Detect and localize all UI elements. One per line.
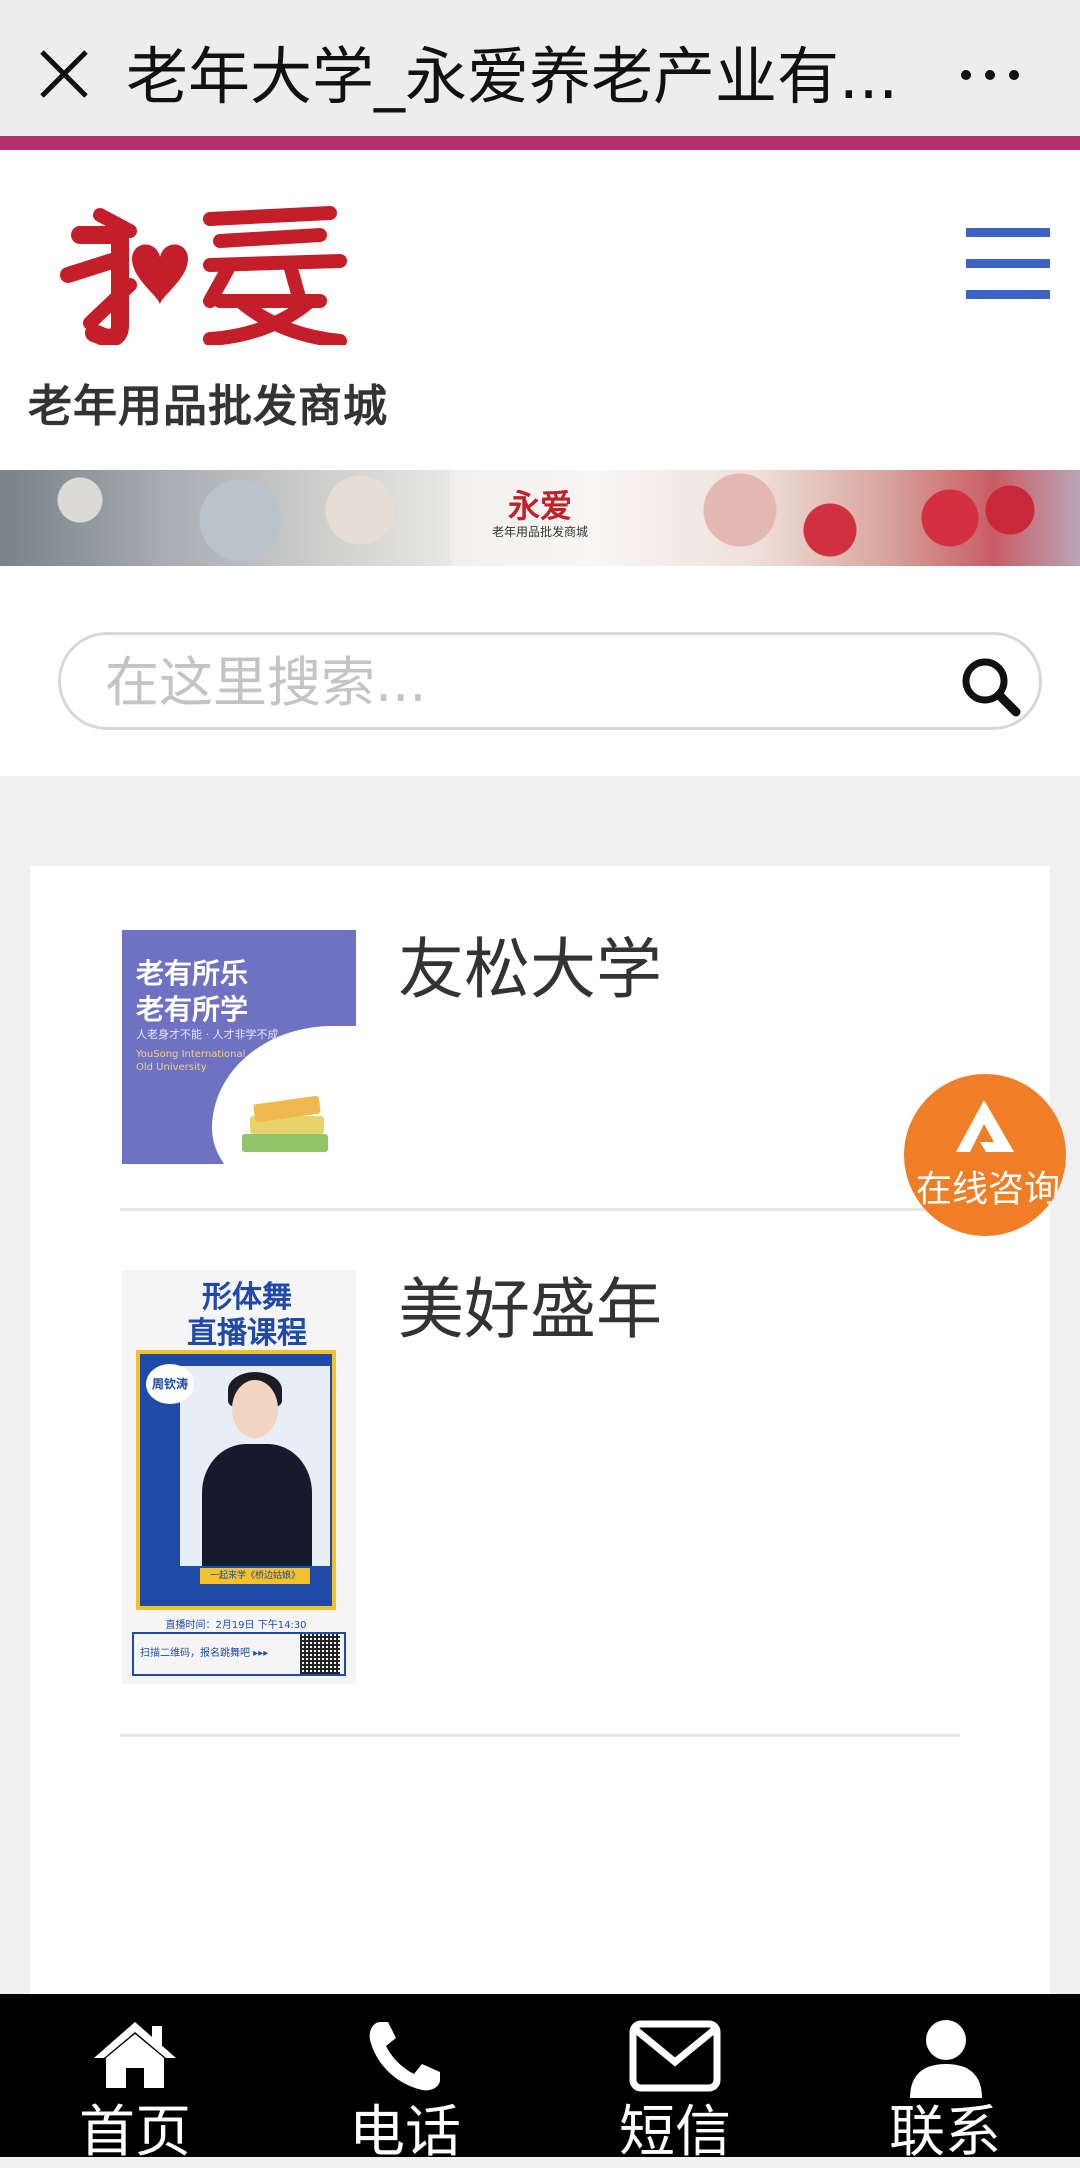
item-thumbnail[interactable]: 老有所乐 老有所学 人老身才不能 · 人才非学不成 YouSong Intern…	[122, 930, 356, 1164]
content-list: 老有所乐 老有所学 人老身才不能 · 人才非学不成 YouSong Intern…	[30, 866, 1050, 2000]
qr-code-icon	[300, 1634, 340, 1674]
hero-banner[interactable]: 永爱 老年用品批发商城	[0, 470, 1080, 566]
close-icon[interactable]	[38, 48, 90, 100]
list-item[interactable]: 形体舞 直播课程 周钦涛 一起来学《桥边姑娘》 直播时间：2月19日 下午14:…	[120, 1270, 960, 1737]
thumb-headline: 老有所乐 老有所学	[136, 956, 248, 1028]
nav-phone-label: 电话	[349, 2100, 461, 2165]
phone-icon	[369, 2022, 440, 2091]
search-section	[0, 566, 1080, 776]
more-icon[interactable]	[958, 60, 1022, 90]
nav-home-label: 首页	[79, 2100, 191, 2165]
search-icon[interactable]	[959, 655, 1021, 717]
thumb-headline-line1: 形体舞	[202, 1280, 292, 1315]
user-icon	[910, 2020, 982, 2098]
course-tag: 一起来学《桥边姑娘》	[200, 1568, 310, 1584]
search-box[interactable]	[58, 632, 1042, 730]
nav-sms-label: 短信	[619, 2100, 731, 2165]
banner-logo: 永爱 老年用品批发商城	[490, 488, 590, 540]
banner-logo-subtitle: 老年用品批发商城	[491, 525, 588, 539]
teacher-photo	[180, 1366, 330, 1566]
thumb-english-line1: YouSong International	[136, 1049, 246, 1060]
teacher-name: 周钦涛	[146, 1364, 194, 1404]
nav-home[interactable]: 首页	[0, 1994, 270, 2165]
teacher-photo-frame: 周钦涛 一起来学《桥边姑娘》	[136, 1350, 336, 1610]
brand-subtitle: 老年用品批发商城	[28, 381, 388, 432]
nav-sms[interactable]: 短信	[540, 1994, 810, 2165]
thumb-headline-line1: 老有所乐	[136, 957, 249, 990]
live-time: 直播时间：2月19日 下午14:30	[165, 1620, 307, 1631]
consult-label: 在线咨询	[915, 1169, 1060, 1210]
browser-top-bar: 老年大学_永爱养老产业有...	[0, 0, 1080, 150]
brand-logo[interactable]	[60, 205, 360, 345]
online-consult-button[interactable]: 在线咨询	[904, 1074, 1066, 1236]
site-header: 老年用品批发商城	[0, 150, 1080, 470]
thumb-tagline: 人老身才不能 · 人才非学不成	[136, 1028, 279, 1041]
item-title[interactable]: 美好盛年	[398, 1270, 662, 1350]
search-input[interactable]	[103, 649, 907, 715]
thumb-headline: 形体舞 直播课程	[162, 1280, 332, 1352]
thumb-headline-line2: 直播课程	[187, 1316, 307, 1351]
nav-contact[interactable]: 联系	[810, 1994, 1080, 2165]
banner-photo-right	[650, 470, 1080, 566]
book-icon	[242, 1134, 328, 1152]
nav-phone[interactable]: 电话	[270, 1994, 540, 2165]
consult-icon	[956, 1100, 1014, 1152]
item-thumbnail[interactable]: 形体舞 直播课程 周钦涛 一起来学《桥边姑娘》 直播时间：2月19日 下午14:…	[122, 1270, 356, 1684]
banner-photo-left	[0, 470, 450, 566]
list-item[interactable]: 老有所乐 老有所学 人老身才不能 · 人才非学不成 YouSong Intern…	[120, 930, 960, 1211]
home-icon	[94, 2022, 176, 2088]
banner-logo-mark: 永爱	[507, 487, 572, 525]
thumb-english-line2: Old University	[136, 1062, 207, 1073]
thumb-headline-line2: 老有所学	[136, 993, 249, 1026]
bottom-nav: 首页 电话 短信 联系	[0, 1994, 1080, 2165]
page-title: 老年大学_永爱养老产业有...	[126, 40, 899, 113]
nav-contact-label: 联系	[889, 2100, 1001, 2165]
mail-icon	[629, 2020, 721, 2092]
hamburger-menu-icon[interactable]	[966, 228, 1050, 299]
item-title[interactable]: 友松大学	[398, 930, 662, 1010]
thumb-english: YouSong International Old University	[136, 1048, 245, 1074]
